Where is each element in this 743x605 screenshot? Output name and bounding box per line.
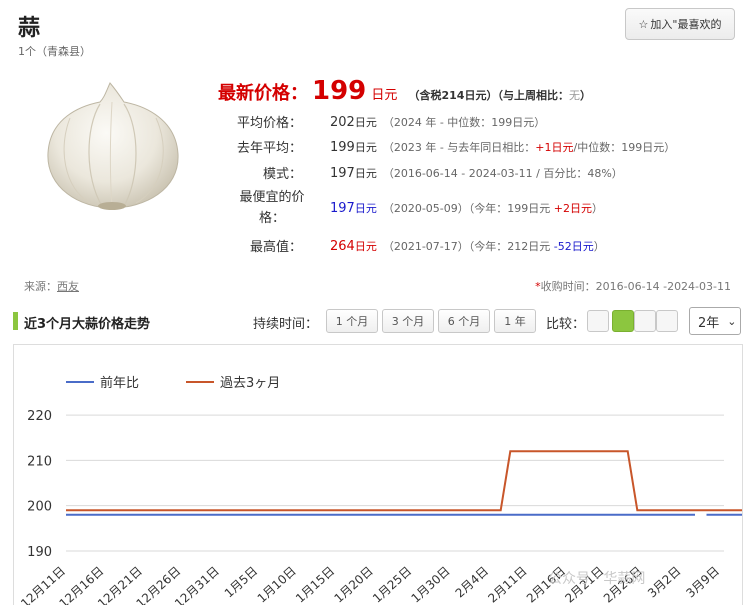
stat-row-cheapest: 最便宜的价格： 197日元 （2020-05-09）（今年：199日元 +2日元… [222,187,603,229]
y-tick-label: 210 [27,454,52,469]
latest-price-value: 199 [312,76,367,106]
stat-row-average: 平均价格： 202日元 （2024 年 - 中位数：199日元） [222,112,546,132]
stat-row-last-year: 去年平均： 199日元 （2023 年 - 与去年同日相比：+1日元/中位数：1… [222,137,676,157]
stat-unit: 日元 [354,239,377,253]
y-tick-label: 200 [27,500,52,515]
stat-unit: 日元 [354,166,377,180]
add-favorite-label: 加入"最喜欢的 [650,18,722,31]
tax-note: （含税214日元） [408,89,498,102]
duration-6-month-button[interactable]: 6 个月 [438,309,490,333]
stat-label: 平均价格： [236,116,302,131]
x-tick-label: 1月25日 [370,564,414,605]
latest-price-label: 最新价格： [218,83,308,104]
stat-note-tail: ） [593,239,605,253]
y-tick-label: 220 [27,409,52,424]
duration-3-month-button[interactable]: 3 个月 [382,309,434,333]
duration-1-year-button[interactable]: 1 年 [494,309,536,333]
stat-value: 264 [330,238,355,254]
x-tick-label: 1月20日 [332,564,376,605]
add-favorite-button[interactable]: ☆ 加入"最喜欢的 [625,8,735,40]
star-outline-icon: ☆ [638,17,649,31]
compare-option-2[interactable] [612,310,634,332]
stat-note: （2023 年 - 与去年同日相比： [382,140,536,154]
stat-label: 模式： [262,167,302,182]
stat-note: （2021-07-17）（今年：212日元 [382,239,554,253]
x-tick-label: 1月30日 [408,564,452,605]
stat-unit: 日元 [354,115,377,129]
latest-price-unit: 日元 [371,88,398,103]
stat-value: 197 [330,201,355,216]
year-select[interactable]: 2年 ⌄ [689,307,741,335]
garlic-image [47,82,179,210]
acquisition-period: *收购时间：2016-06-14 -2024-03-11 [535,278,731,294]
stat-value: 197 [330,165,355,181]
source: 来源：西友 [24,278,79,294]
chevron-down-icon: ⌄ [727,314,737,328]
x-tick-label: 3月2日 [645,564,684,601]
y-tick-label: 190 [27,545,52,560]
watermark: 公众号 · 华蒜网 [548,571,646,587]
stat-label: 去年平均： [236,141,302,156]
source-label: 来源： [24,280,57,293]
stat-value: 199 [330,139,355,155]
stat-note-tail: /中位数：199日元） [573,140,676,154]
stat-value: 202 [330,114,355,130]
product-title: 蒜 [18,16,41,41]
compare-label: 比较： [546,317,586,332]
stat-label: 最高值： [249,240,302,255]
price-trend-chart: 190 200 210 220 12月11日 12月16日 12月21日 12月26日 12月3… [13,344,743,605]
source-link[interactable]: 西友 [57,280,79,293]
section-accent-bar [13,312,18,330]
compare-close: ） [579,89,591,102]
stat-label-line2: 格： [258,211,285,226]
compare-value: 无 [568,89,580,102]
stat-unit: 日元 [354,140,377,154]
stat-unit: 日元 [354,202,377,215]
stat-note: （2024 年 - 中位数：199日元） [382,115,546,129]
x-tick-label: 3月9日 [683,564,722,601]
x-tick-label: 1月10日 [255,564,299,605]
legend-label: 前年比 [100,375,139,391]
stat-note-tail: ） [591,202,603,215]
compare-option-1[interactable] [587,310,609,332]
duration-label: 持续时间： [253,317,319,332]
compare-label: （与上周相比： [497,89,569,102]
stat-note-highlight: +2日元 [553,202,592,215]
latest-price: 最新价格： 199 日元 （含税214日元）（与上周相比：无） [218,76,591,106]
product-subtitle: 1个（青森县） [18,45,91,58]
trend-title: 近3个月大蒜价格走势 [24,317,151,332]
legend-label: 過去3ヶ月 [220,376,280,391]
compare-option-3[interactable] [634,310,656,332]
stat-note-highlight: -52日元 [553,239,594,253]
stat-label: 最便宜的价格： [222,187,322,229]
stat-note: （2020-05-09）（今年：199日元 [382,202,554,215]
year-select-value: 2年 [698,315,720,331]
period-text: 收购时间：2016-06-14 -2024-03-11 [540,280,731,293]
stat-note: （2016-06-14 - 2024-03-11 / 百分比：48%） [382,166,623,180]
stat-row-highest: 最高值： 264日元 （2021-07-17）（今年：212日元 -52日元） [222,236,605,256]
stat-note-highlight: +1日元 [535,140,574,154]
compare-option-4[interactable] [656,310,678,332]
x-tick-label: 2月11日 [485,564,529,605]
duration-1-month-button[interactable]: 1 个月 [326,309,378,333]
stat-label-line1: 最便宜的价 [239,190,305,205]
x-tick-label: 1月15日 [293,564,337,605]
stat-row-mode: 模式： 197日元 （2016-06-14 - 2024-03-11 / 百分比… [222,163,623,183]
chart-svg: 19020021022012月11日12月16日12月21日12月26日12月3… [18,375,742,605]
